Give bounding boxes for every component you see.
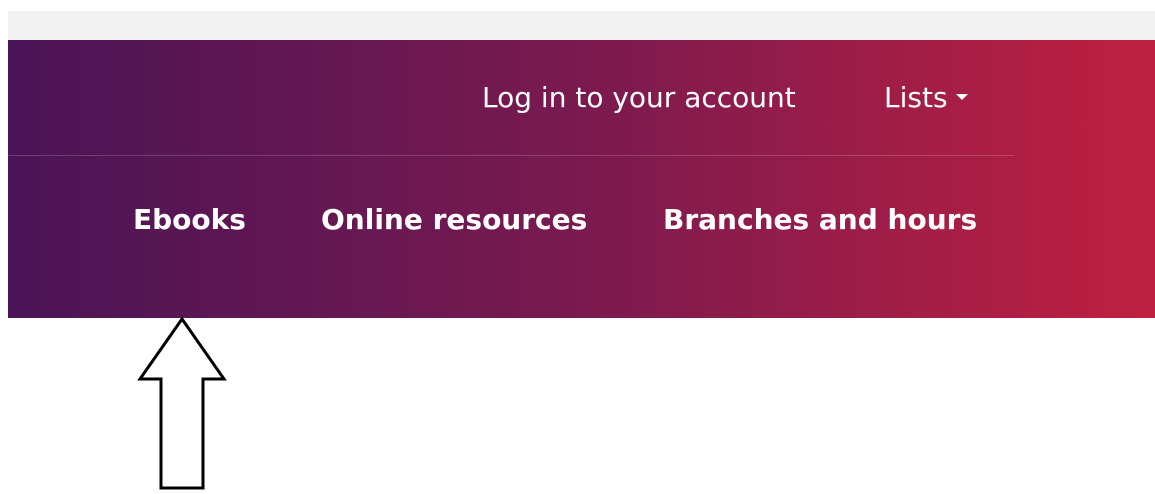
lists-label: Lists (884, 81, 948, 114)
nav-online-resources[interactable]: Online resources (321, 200, 587, 240)
lists-dropdown[interactable]: Lists (884, 78, 968, 118)
browser-top-bar (8, 11, 1155, 40)
caret-down-icon (955, 94, 968, 100)
utility-nav: Log in to your account Lists (8, 40, 1155, 155)
nav-branches-and-hours[interactable]: Branches and hours (663, 200, 977, 240)
up-arrow-outline-icon (137, 316, 227, 490)
main-nav: Ebooks Online resources Branches and hou… (8, 156, 1155, 318)
login-link[interactable]: Log in to your account (482, 78, 796, 118)
site-header: Log in to your account Lists Ebooks Onli… (8, 40, 1155, 318)
browser-top-strip (0, 0, 1155, 40)
nav-ebooks[interactable]: Ebooks (133, 200, 246, 240)
